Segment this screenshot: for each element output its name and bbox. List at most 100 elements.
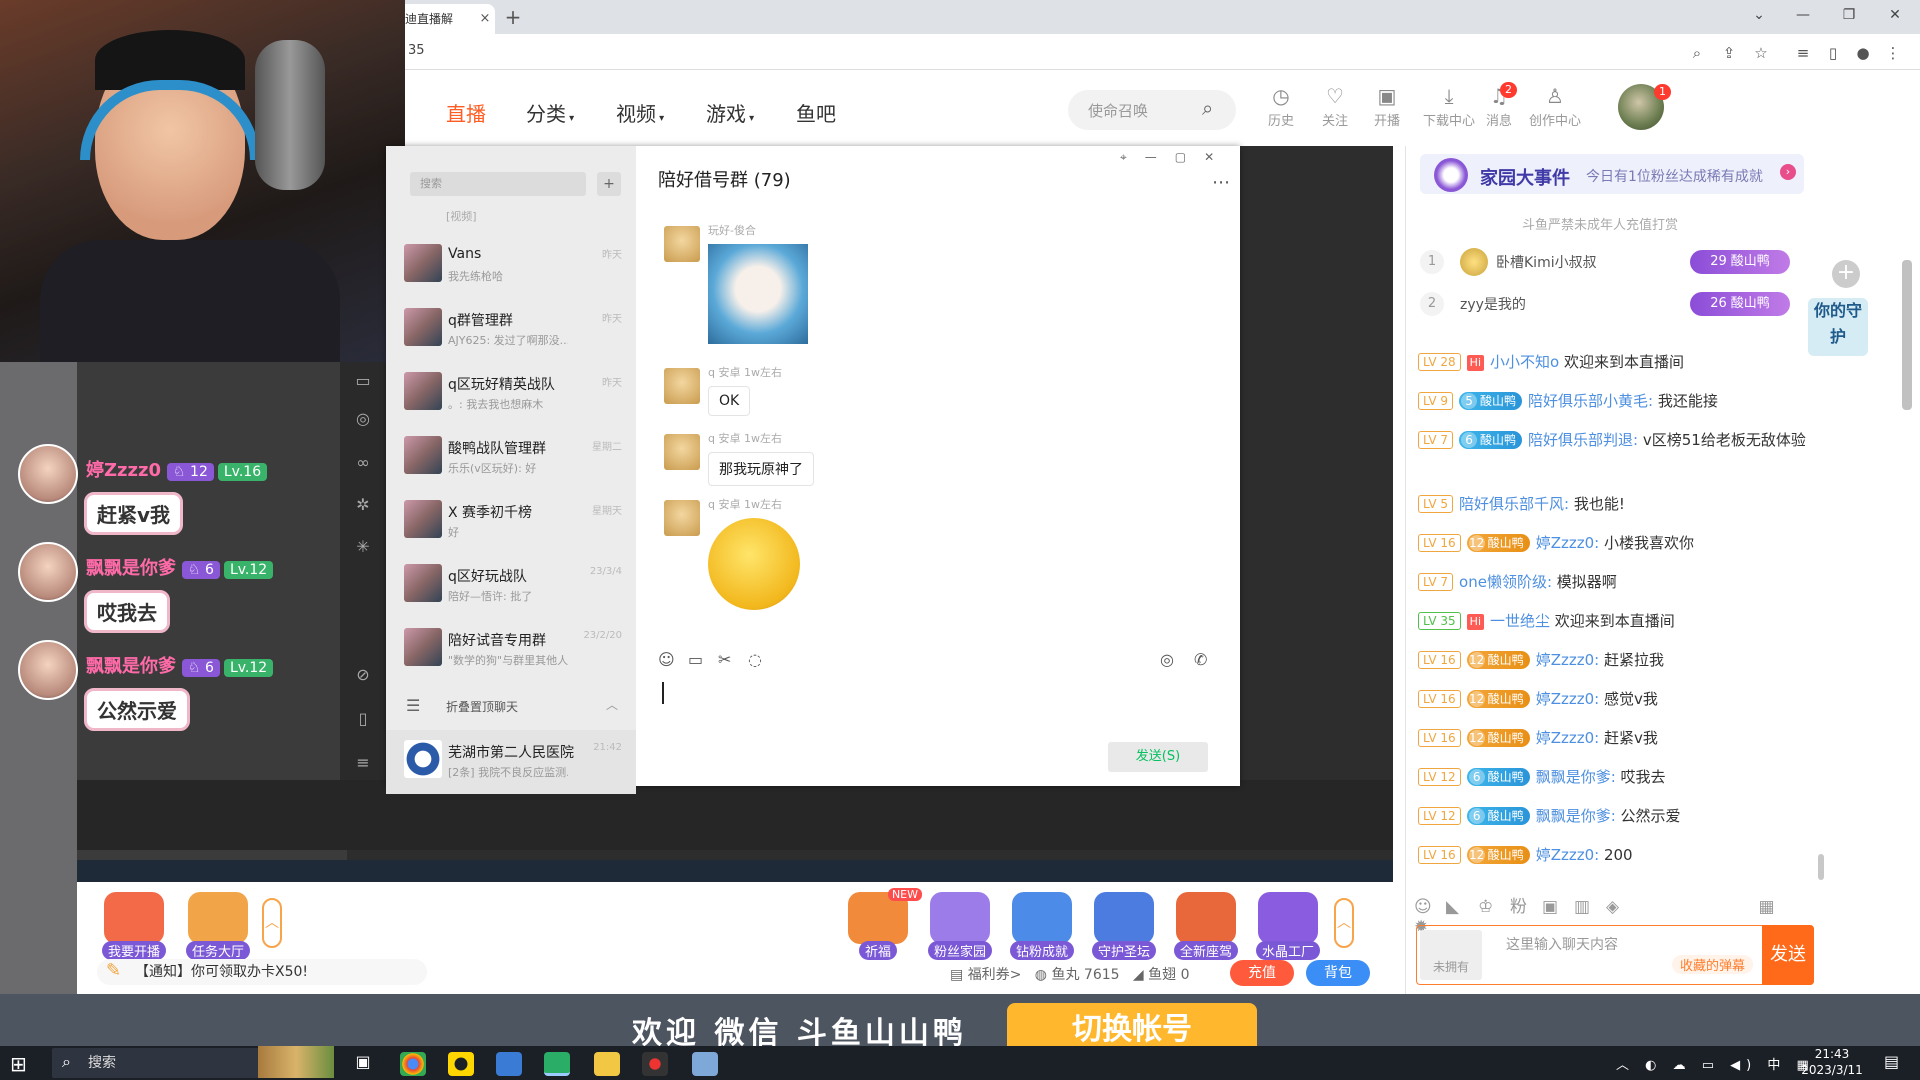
file-explorer-icon[interactable]	[594, 1052, 620, 1076]
new-tab-button[interactable]: +	[500, 4, 526, 30]
chat-message[interactable]: LV 16 12 酸山鸭 婷Zzzz0: 200	[1418, 843, 1808, 867]
wechat-search[interactable]: 搜索	[410, 172, 586, 196]
search-icon[interactable]: ⌕	[1202, 96, 1213, 120]
notification-icon[interactable]: ▤	[1884, 1052, 1899, 1071]
chat-message[interactable]: LV 28 Hi 小小不知o 欢迎来到本直播间	[1418, 350, 1808, 374]
expand-right-icon[interactable]: ︿	[1334, 898, 1354, 948]
filter-icon[interactable]: ▦	[1758, 897, 1790, 917]
chevron-right-icon[interactable]: ›	[1780, 164, 1796, 180]
chat-username[interactable]: 婷Zzzz0:	[1536, 534, 1600, 552]
chat-message[interactable]: LV 9 5 酸山鸭 陪好俱乐部小黄毛: 我还能接	[1418, 389, 1808, 413]
app-o-icon[interactable]	[448, 1052, 474, 1076]
rank-row[interactable]: 2 zyy是我的 26 酸山鸭	[1420, 286, 1810, 326]
crown-icon[interactable]: ♔	[1478, 897, 1510, 917]
close-window-button[interactable]: ✕	[1872, 0, 1918, 30]
chat-message[interactable]: LV 7 one懒领阶级: 模拟器啊	[1418, 570, 1808, 594]
header-broadcast[interactable]: ▣ 开播	[1360, 84, 1414, 129]
horn-icon[interactable]: ◣	[1446, 897, 1478, 917]
more-icon[interactable]: ⋯	[1212, 172, 1230, 193]
wechat-list-item[interactable]: 酸鸭战队管理群 乐乐(v区玩好): 好 星期二	[386, 426, 636, 490]
header-creator[interactable]: ♙ 创作中心	[1522, 84, 1588, 129]
gift-entry[interactable]: 水晶工厂	[1250, 892, 1326, 964]
minimize-button[interactable]: —	[1780, 0, 1826, 30]
nav-game[interactable]: 游戏 ▾	[706, 98, 754, 127]
collected-danmu-button[interactable]: 收藏的弹幕	[1672, 955, 1754, 974]
zoom-icon[interactable]: ⌕	[1684, 40, 1710, 66]
wechat-list-item[interactable]: 陪好试音专用群 "数学的狗"与群里其他人... 23/2/20	[386, 618, 636, 682]
obs-icon[interactable]	[642, 1052, 668, 1076]
rank-row[interactable]: 1 卧槽Kimi小叔叔 29 酸山鸭	[1420, 244, 1810, 284]
live-icon[interactable]: ◎	[1160, 650, 1174, 669]
chat-message[interactable]: LV 5 陪好俱乐部千风: 我也能!	[1418, 492, 1808, 516]
wechat-list-item[interactable]: q区好玩战队 陪好—悟许: 批了 23/3/4	[386, 554, 636, 618]
chat-username[interactable]: 小小不知o	[1490, 353, 1559, 371]
chat-message[interactable]: LV 7 6 酸山鸭 陪好俱乐部判退: v区榜51给老板无敌体验	[1418, 428, 1808, 452]
windows-start-icon[interactable]: ⊞	[10, 1052, 27, 1076]
header-history[interactable]: ◷ 历史	[1254, 84, 1308, 129]
app-icon[interactable]	[692, 1052, 718, 1076]
wechat-list-item[interactable]: X 赛季初千榜好 星期天	[386, 490, 636, 554]
emoji-icon[interactable]: ☺	[658, 650, 688, 669]
gift-entry[interactable]: 我要开播	[96, 892, 172, 964]
gift-entry[interactable]: 祈福 NEW	[840, 888, 922, 964]
page-scrollbar[interactable]	[1902, 260, 1912, 410]
gift-entry[interactable]: 任务大厅	[180, 892, 256, 964]
nav-category[interactable]: 分类 ▾	[526, 98, 574, 127]
chrome-icon[interactable]	[400, 1052, 426, 1076]
noble-icon[interactable]: ▣	[1542, 897, 1574, 917]
chat-record-icon[interactable]: ◌	[748, 650, 778, 669]
wechat-sticker-message[interactable]	[708, 518, 800, 610]
header-follow[interactable]: ♡ 关注	[1308, 84, 1362, 129]
chat-input[interactable]: 这里输入聊天内容	[1506, 934, 1618, 954]
chat-message[interactable]: LV 12 6 酸山鸭 飘飘是你爹: 哎我去	[1418, 765, 1808, 789]
chat-message[interactable]: LV 12 6 酸山鸭 飘飘是你爹: 公然示爱	[1418, 804, 1808, 828]
side-panel-icon[interactable]: ▯	[1820, 40, 1846, 66]
wechat-list-item[interactable]: 芜湖市第二人民医院 [2条] 我院不良反应监测... 21:42	[386, 730, 636, 794]
chat-username[interactable]: 婷Zzzz0:	[1536, 729, 1600, 747]
gift-entry[interactable]: 全新座驾	[1168, 892, 1244, 964]
chat-username[interactable]: 飘飘是你爹:	[1536, 807, 1616, 825]
wechat-add-button[interactable]: +	[597, 172, 621, 196]
tab-search-icon[interactable]: ⌄	[1736, 0, 1782, 30]
chat-message[interactable]: LV 16 12 酸山鸭 婷Zzzz0: 赶紧拉我	[1418, 648, 1808, 672]
wechat-list-item[interactable]: q区玩好精英战队。: 我去我也想麻木 昨天	[386, 362, 636, 426]
chat-username[interactable]: 陪好俱乐部小黄毛:	[1528, 392, 1653, 410]
chat-username[interactable]: 陪好俱乐部判退:	[1528, 431, 1638, 449]
header-messages[interactable]: ♫ 消息	[1472, 84, 1526, 129]
wechat-list-item[interactable]: q群管理群 AJY625: 发过了啊那没... 昨天	[386, 298, 636, 362]
coupon-label[interactable]: 福利券	[968, 967, 1010, 983]
not-owned-slot[interactable]: 未拥有	[1420, 930, 1482, 980]
chat-username[interactable]: 一世绝尘	[1490, 612, 1550, 630]
task-view-icon[interactable]: ▣	[350, 1052, 376, 1076]
file-icon[interactable]: ▭	[688, 650, 718, 669]
bag-button[interactable]: 背包	[1306, 960, 1370, 986]
chat-scrollbar[interactable]	[1818, 854, 1824, 880]
profile-icon[interactable]: ●	[1850, 40, 1876, 66]
address-text[interactable]: 35	[408, 43, 425, 58]
wechat-folded-label[interactable]: 折叠置顶聊天	[446, 698, 518, 715]
plus-icon[interactable]: +	[1832, 260, 1860, 288]
menu-dots-icon[interactable]: ⋮	[1880, 40, 1906, 66]
fan-badge-icon[interactable]: 粉	[1510, 892, 1542, 917]
medal-icon[interactable]: ◈	[1606, 897, 1638, 917]
scissors-icon[interactable]: ✂	[718, 650, 748, 669]
bookmark-star-icon[interactable]: ☆	[1748, 40, 1774, 66]
chat-message[interactable]: LV 16 12 酸山鸭 婷Zzzz0: 小楼我喜欢你	[1418, 531, 1808, 555]
wechat-window-controls[interactable]: ⌖—▢✕	[1120, 150, 1232, 165]
wechat-send-button[interactable]: 发送(S)	[1108, 742, 1208, 772]
gift-entry[interactable]: 守护圣坛	[1086, 892, 1162, 964]
restore-button[interactable]: ❐	[1826, 0, 1872, 30]
chat-username[interactable]: 婷Zzzz0:	[1536, 846, 1600, 864]
guard-badge[interactable]: 你的守护	[1808, 298, 1868, 356]
chat-message[interactable]: LV 16 12 酸山鸭 婷Zzzz0: 感觉v我	[1418, 687, 1808, 711]
wechat-icon[interactable]	[544, 1052, 570, 1076]
wechat-image-message[interactable]	[708, 244, 808, 344]
notice-bar[interactable]: 【通知】你可领取办卡X50!	[97, 959, 427, 985]
nav-video[interactable]: 视频 ▾	[616, 98, 664, 127]
chat-message[interactable]: LV 16 12 酸山鸭 婷Zzzz0: 赶紧v我	[1418, 726, 1808, 750]
gift-entry[interactable]: 粉丝家园	[922, 892, 998, 964]
emoji-icon[interactable]: ☺	[1414, 897, 1446, 917]
chat-message[interactable]: LV 35 Hi 一世绝尘 欢迎来到本直播间	[1418, 609, 1808, 633]
chat-username[interactable]: 陪好俱乐部千风:	[1459, 495, 1569, 513]
nav-live[interactable]: 直播	[446, 98, 486, 127]
